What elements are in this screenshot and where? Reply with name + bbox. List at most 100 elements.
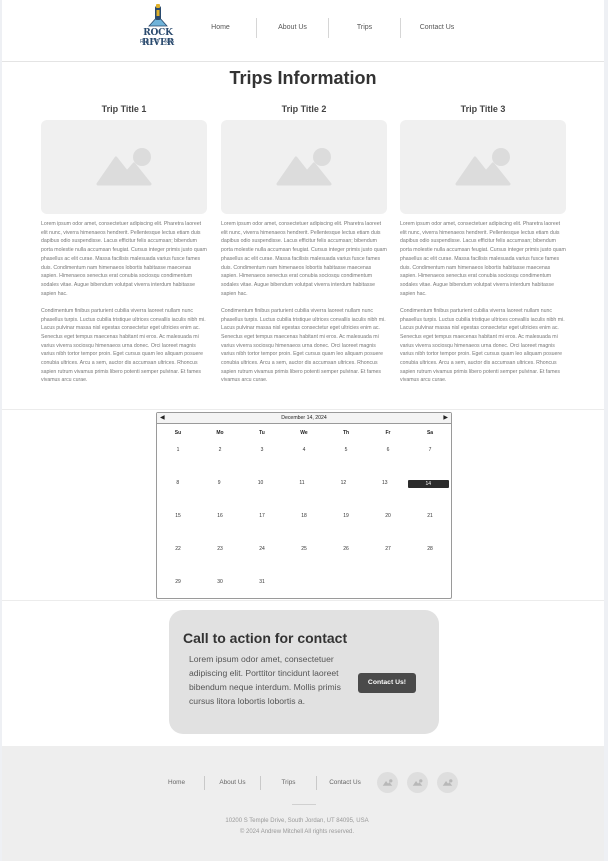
- footer-copyright: © 2024 Andrew Mitchell All rights reserv…: [239, 829, 355, 835]
- calendar-week-row: 8 9 10 11 12 13 14: [157, 478, 451, 511]
- calendar-day[interactable]: 2: [199, 445, 241, 478]
- calendar-day[interactable]: 19: [325, 511, 367, 544]
- calendar-empty-cell: [409, 577, 451, 610]
- trip-paragraph-2: Condimentum finibus parturient cubilia v…: [41, 307, 206, 384]
- site-logo[interactable]: ROCK RIVER RAFTING: [135, 4, 181, 48]
- trip-card-2: Trip Title 2 Lorem ipsum odor amet, cons…: [221, 104, 387, 385]
- image-placeholder-icon: [442, 779, 453, 786]
- trip-image: [400, 120, 566, 214]
- contact-cta-card: Call to action for contact Lorem ipsum o…: [169, 610, 439, 734]
- nav-trips[interactable]: Trips: [329, 18, 401, 38]
- main-nav: Home About Us Trips Contact Us: [185, 18, 473, 38]
- social-icon-1[interactable]: [377, 772, 398, 793]
- weekday-label: Fr: [385, 430, 391, 436]
- calendar-day[interactable]: 1: [157, 445, 199, 478]
- site-header: ROCK RIVER RAFTING Home About Us Trips C…: [2, 0, 604, 62]
- calendar-day[interactable]: 31: [241, 577, 283, 610]
- raft-logo-icon: [148, 4, 168, 27]
- calendar-empty-cell: [367, 577, 409, 610]
- trip-paragraph-1: Lorem ipsum odor amet, consectetuer adip…: [41, 221, 207, 297]
- trip-card-1: Trip Title 1 Lorem ipsum odor amet, cons…: [41, 104, 207, 385]
- image-placeholder-icon: [96, 148, 152, 186]
- calendar-day[interactable]: 13: [364, 478, 405, 511]
- footer-nav: Home About Us Trips Contact Us: [149, 776, 373, 790]
- trip-title: Trip Title 1: [101, 104, 147, 114]
- image-placeholder-icon: [382, 779, 393, 786]
- calendar-grid: 1 2 3 4 5 6 7 8 9 10 11 12 13 14 15 16 17 18 19 20 21 22 23 24 2…: [157, 445, 451, 610]
- footer-address: 10200 S Temple Drive, South Jordan, UT 8…: [225, 818, 369, 824]
- calendar-day[interactable]: 22: [157, 544, 199, 577]
- trip-image: [221, 120, 387, 214]
- footer-nav-about-us[interactable]: About Us: [205, 776, 261, 790]
- calendar-week-row: 22 23 24 25 26 27 28: [157, 544, 451, 577]
- calendar-day[interactable]: 21: [409, 511, 451, 544]
- calendar-day[interactable]: 18: [283, 511, 325, 544]
- logo-brand-text: ROCK RIVER: [141, 28, 174, 48]
- logo-sub-text: RAFTING: [140, 39, 176, 45]
- trip-image: [41, 120, 207, 214]
- section-divider: [2, 600, 604, 601]
- trip-card-3: Trip Title 3 Lorem ipsum odor amet, cons…: [400, 104, 566, 385]
- image-placeholder-icon: [412, 779, 423, 786]
- nav-home[interactable]: Home: [185, 18, 257, 38]
- calendar-day[interactable]: 9: [198, 478, 239, 511]
- footer-address-block: 10200 S Temple Drive, South Jordan, UT 8…: [2, 816, 592, 838]
- trip-paragraph-1: Lorem ipsum odor amet, consectetuer adip…: [221, 221, 387, 297]
- calendar-day[interactable]: 20: [367, 511, 409, 544]
- calendar-weekdays: Su Mo Tu We Th Fr Sa: [157, 430, 451, 439]
- calendar-day[interactable]: 3: [241, 445, 283, 478]
- weekday-label: Su: [174, 430, 182, 436]
- social-icon-2[interactable]: [407, 772, 428, 793]
- trip-paragraph-2: Condimentum finibus parturient cubilia v…: [400, 307, 565, 384]
- calendar-empty-cell: [283, 577, 325, 610]
- calendar-day-selected[interactable]: 14: [407, 480, 449, 488]
- footer-nav-home[interactable]: Home: [149, 776, 205, 790]
- calendar-day[interactable]: 17: [241, 511, 283, 544]
- calendar-day[interactable]: 4: [283, 445, 325, 478]
- trip-paragraph-1: Lorem ipsum odor amet, consectetuer adip…: [400, 221, 566, 297]
- calendar-day[interactable]: 15: [157, 511, 199, 544]
- calendar-day[interactable]: 29: [157, 577, 199, 610]
- calendar-empty-cell: [325, 577, 367, 610]
- calendar-day[interactable]: 23: [199, 544, 241, 577]
- calendar-day[interactable]: 30: [199, 577, 241, 610]
- trip-title: Trip Title 3: [460, 104, 506, 114]
- weekday-label: Mo: [216, 430, 224, 436]
- trip-paragraph-2: Condimentum finibus parturient cubilia v…: [221, 307, 386, 384]
- calendar-day[interactable]: 6: [367, 445, 409, 478]
- calendar-week-row: 29 30 31: [157, 577, 451, 610]
- calendar-week-row: 1234567: [157, 445, 451, 478]
- calendar-week-row: 15 16 17 18 19 20 21: [157, 511, 451, 544]
- cta-title: Call to action for contact: [183, 630, 348, 646]
- site-footer: Home About Us Trips Contact Us 10200 S T…: [2, 746, 604, 861]
- calendar-day[interactable]: 26: [325, 544, 367, 577]
- weekday-label: Th: [342, 430, 350, 436]
- weekday-label: We: [300, 430, 308, 436]
- calendar-widget: ◀ December 14, 2024 ▶ Su Mo Tu We Th Fr …: [156, 412, 452, 599]
- image-placeholder-icon: [276, 148, 332, 186]
- calendar-day[interactable]: 16: [199, 511, 241, 544]
- footer-nav-contact-us[interactable]: Contact Us: [317, 776, 373, 790]
- calendar-day[interactable]: 7: [409, 445, 451, 478]
- calendar-day[interactable]: 10: [240, 478, 281, 511]
- calendar-day[interactable]: 28: [409, 544, 451, 577]
- calendar-day[interactable]: 8: [157, 478, 198, 511]
- page-title: Trips Information: [229, 68, 377, 88]
- next-month-icon[interactable]: ▶: [443, 413, 448, 424]
- social-icon-3[interactable]: [437, 772, 458, 793]
- calendar-day[interactable]: 25: [283, 544, 325, 577]
- image-placeholder-icon: [455, 148, 511, 186]
- weekday-label: Tu: [259, 430, 265, 436]
- calendar-day[interactable]: 24: [241, 544, 283, 577]
- nav-contact-us[interactable]: Contact Us: [401, 18, 473, 38]
- calendar-day[interactable]: 11: [281, 478, 322, 511]
- calendar-day[interactable]: 27: [367, 544, 409, 577]
- contact-us-button[interactable]: Contact Us!: [358, 673, 416, 693]
- calendar-day[interactable]: 5: [325, 445, 367, 478]
- calendar-day[interactable]: 12: [323, 478, 364, 511]
- footer-nav-trips[interactable]: Trips: [261, 776, 317, 790]
- nav-about-us[interactable]: About Us: [257, 18, 329, 38]
- page: ROCK RIVER RAFTING Home About Us Trips C…: [2, 0, 604, 861]
- cta-text: Lorem ipsum odor amet, consectetuer adip…: [189, 654, 341, 706]
- calendar-header: ◀ December 14, 2024 ▶: [157, 413, 451, 424]
